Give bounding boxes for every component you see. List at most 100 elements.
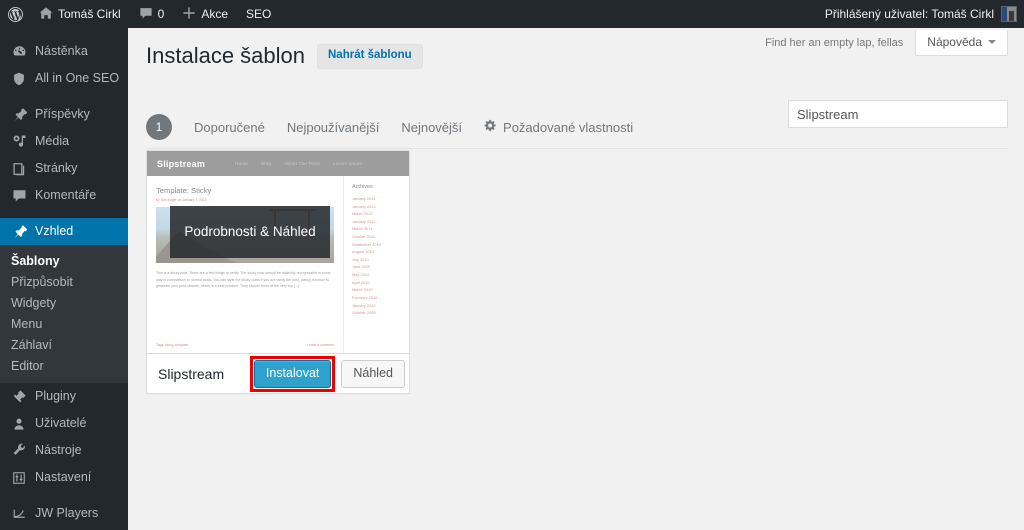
avatar	[1001, 6, 1017, 22]
dashboard-icon	[9, 42, 29, 62]
submenu-item-label: Záhlaví	[11, 337, 52, 352]
screenshot-site-brand: Slipstream	[157, 158, 206, 169]
help-tab-button[interactable]: Nápověda	[915, 30, 1008, 56]
appearance-brush-icon	[9, 222, 29, 242]
sidebar-item-settings[interactable]: Nastavení	[0, 464, 128, 491]
filter-tab-feature-filter[interactable]: Požadované vlastnosti	[484, 119, 633, 135]
filter-tab-label: Nejpoužívanější	[286, 119, 380, 135]
page-icon	[9, 159, 29, 179]
archive-item: January 2013	[352, 203, 376, 209]
theme-card[interactable]: Slipstream Home Blog About The Tests Lor…	[146, 150, 410, 394]
settings-sliders-icon	[9, 468, 29, 488]
help-note: Find her an empty lap, fellas	[765, 37, 904, 49]
account-label: Přihlášený uživatel: Tomáš Cirkl	[824, 7, 994, 21]
submenu-item-widgets[interactable]: Widgety	[0, 292, 128, 313]
submenu-item-label: Šablony	[11, 253, 60, 268]
submenu-item-themes[interactable]: Šablony	[0, 250, 128, 271]
screenshot-post: Template: Sticky by Tom Auger on January…	[147, 176, 343, 353]
screenshot-nav-item: Lorem Ipsum	[333, 161, 363, 166]
chevron-down-icon	[988, 40, 996, 44]
preview-button[interactable]: Náhled	[341, 359, 405, 388]
filter-tab-popular[interactable]: Nejpoužívanější	[287, 120, 380, 135]
archive-item: January 2010	[352, 302, 376, 308]
submenu-item-header[interactable]: Záhlaví	[0, 334, 128, 355]
sidebar-item-label: Příspěvky	[35, 107, 90, 122]
screenshot-post-tags: Tags: sticky, template	[156, 343, 189, 347]
gear-icon	[484, 119, 497, 135]
archive-item: March 2011	[352, 226, 373, 232]
sidebar-item-label: Stránky	[35, 161, 78, 176]
admin-sidebar-menu: Nástěnka All in One SEO Příspěvky Média …	[0, 28, 128, 530]
screenshot-post-comments-link: Leave a comment	[307, 343, 334, 347]
theme-details-preview-overlay[interactable]: Podrobnosti & Náhled	[170, 206, 330, 258]
comments-menu[interactable]: 0	[130, 0, 174, 28]
sidebar-item-tools[interactable]: Nástroje	[0, 437, 128, 464]
sidebar-item-users[interactable]: Uživatelé	[0, 410, 128, 437]
sidebar-item-label: Komentáře	[35, 188, 97, 203]
sidebar-item-posts[interactable]: Příspěvky	[0, 101, 128, 128]
my-account-menu[interactable]: Přihlášený uživatel: Tomáš Cirkl	[825, 6, 1024, 22]
filter-tab-label: Doporučené	[194, 119, 265, 135]
pin-icon	[9, 105, 29, 125]
archive-item: May 2010	[352, 272, 370, 278]
sidebar-item-appearance[interactable]: Vzhled	[0, 218, 128, 245]
site-name-menu[interactable]: Tomáš Cirkl	[30, 0, 130, 28]
archive-item: August 2010	[352, 249, 374, 255]
install-button[interactable]: Instalovat	[253, 359, 332, 388]
submenu-item-label: Widgety	[11, 295, 57, 310]
sidebar-item-all-in-one-seo[interactable]: All in One SEO	[0, 65, 128, 92]
jwplayer-icon	[9, 504, 29, 524]
wordpress-logo-button[interactable]	[0, 0, 30, 28]
upload-theme-button[interactable]: Nahrát šablonu	[317, 44, 423, 69]
sidebar-item-comments[interactable]: Komentáře	[0, 182, 128, 209]
filter-tab-label: Nejnovější	[401, 119, 463, 135]
archive-item: October 2009	[352, 310, 376, 316]
seo-menu[interactable]: SEO	[237, 0, 280, 28]
filter-tab-latest[interactable]: Nejnovější	[401, 120, 462, 135]
plugin-icon	[9, 387, 29, 407]
sidebar-item-label: Média	[35, 134, 70, 149]
search-input[interactable]	[788, 100, 1008, 128]
screenshot-site-nav: Slipstream Home Blog About The Tests Lor…	[147, 151, 409, 176]
theme-name: Slipstream	[158, 365, 225, 382]
tools-wrench-icon	[9, 441, 29, 461]
sidebar-item-jw-players[interactable]: JW Players	[0, 500, 128, 527]
comment-icon	[139, 6, 153, 23]
submenu-item-menus[interactable]: Menu	[0, 313, 128, 334]
page-header: Instalace šablon Nahrát šablonu	[146, 42, 423, 71]
archive-item: April 2010	[352, 279, 370, 285]
sidebar-item-pages[interactable]: Stránky	[0, 155, 128, 182]
screenshot-nav-links: Home Blog About The Tests Lorem Ipsum	[235, 161, 362, 166]
submenu-item-label: Menu	[11, 316, 43, 331]
sidebar-item-media[interactable]: Média	[0, 128, 128, 155]
sidebar-item-dashboard[interactable]: Nástěnka	[0, 38, 128, 65]
screenshot-post-footer: Tags: sticky, template Leave a comment	[156, 343, 334, 347]
install-button-highlight: Instalovat	[249, 355, 336, 392]
sidebar-item-label: Nastavení	[35, 470, 92, 485]
submenu-item-editor[interactable]: Editor	[0, 355, 128, 376]
theme-search-box	[788, 100, 1008, 128]
new-content-label: Akce	[201, 7, 229, 21]
archive-item: June 2010	[352, 264, 371, 270]
sidebar-item-label: Nástroje	[35, 443, 82, 458]
archive-item: September 2010	[352, 241, 381, 247]
menu-separator	[0, 209, 128, 218]
screenshot-nav-item: Home	[235, 161, 249, 166]
archive-item: January 2012	[352, 218, 376, 224]
archive-item: July 2010	[352, 256, 369, 262]
submenu-item-label: Editor	[11, 358, 44, 373]
help-area: Find her an empty lap, fellas Nápověda	[765, 28, 1008, 58]
theme-count-badge: 1	[146, 114, 172, 140]
submenu-item-customize[interactable]: Přizpůsobit	[0, 271, 128, 292]
theme-card-footer: Slipstream Instalovat Náhled	[147, 353, 409, 393]
theme-screenshot[interactable]: Slipstream Home Blog About The Tests Lor…	[147, 151, 409, 353]
menu-top-spacer	[0, 28, 128, 38]
new-content-menu[interactable]: Akce	[173, 0, 237, 28]
filter-tab-featured[interactable]: Doporučené	[194, 120, 265, 135]
wordpress-logo-icon	[8, 6, 23, 22]
archive-item: March 2012	[352, 211, 373, 217]
screenshot-nav-item: Blog	[261, 161, 272, 166]
comments-count: 0	[157, 7, 165, 21]
sidebar-item-plugins[interactable]: Pluginy	[0, 383, 128, 410]
home-icon	[39, 6, 53, 23]
